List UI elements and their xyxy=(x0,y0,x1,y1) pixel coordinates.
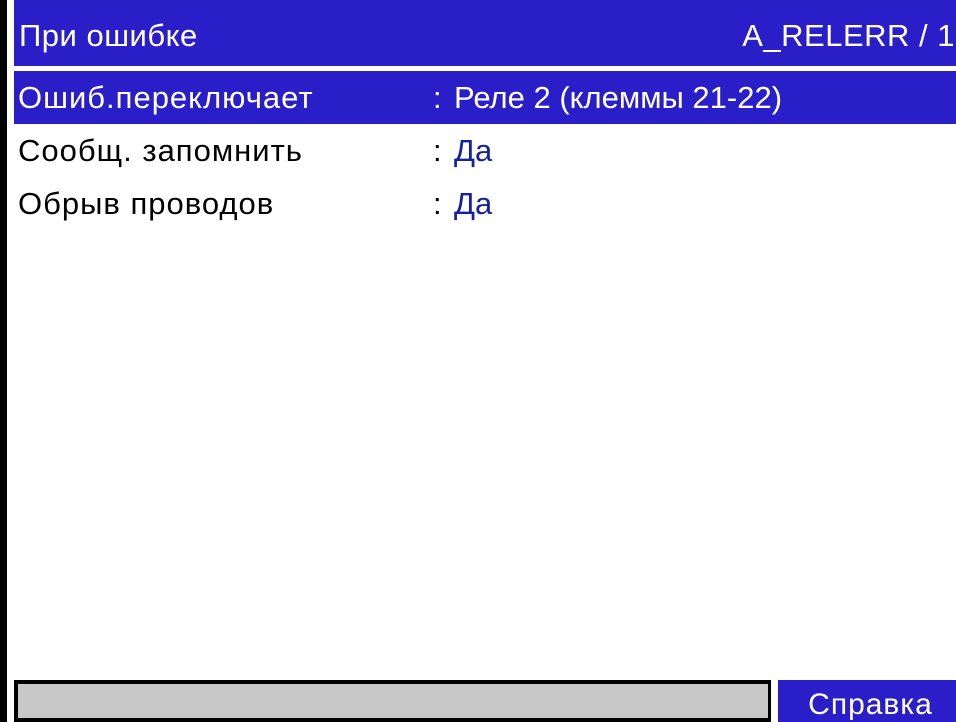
setting-separator: : xyxy=(433,80,442,115)
setting-label: Сообщ. запомнить xyxy=(18,133,303,168)
setting-value: Реле 2 (клеммы 21-22) xyxy=(454,80,783,115)
help-button[interactable]: Справка xyxy=(778,680,956,722)
setting-row-store-message[interactable]: Сообщ. запомнить : Да xyxy=(14,124,956,177)
device-screen: При ошибке A_RELERR / 1 Ошиб.переключает… xyxy=(0,0,956,722)
status-field xyxy=(14,680,771,722)
page-title: При ошибке xyxy=(19,18,198,53)
setting-separator: : xyxy=(433,186,442,221)
bottom-bar: Справка xyxy=(14,680,956,722)
setting-row-wire-break[interactable]: Обрыв проводов : Да xyxy=(14,177,956,230)
setting-row-error-switches[interactable]: Ошиб.переключает : Реле 2 (клеммы 21-22) xyxy=(14,71,956,124)
setting-separator: : xyxy=(433,133,442,168)
title-bar: При ошибке A_RELERR / 1 xyxy=(14,0,956,66)
setting-value: Да xyxy=(454,133,493,168)
parameter-code: A_RELERR / 1 xyxy=(742,18,955,53)
setting-value: Да xyxy=(454,186,493,221)
settings-list: Ошиб.переключает : Реле 2 (клеммы 21-22)… xyxy=(14,71,956,230)
setting-label: Обрыв проводов xyxy=(18,186,275,221)
setting-label: Ошиб.переключает xyxy=(18,80,314,115)
